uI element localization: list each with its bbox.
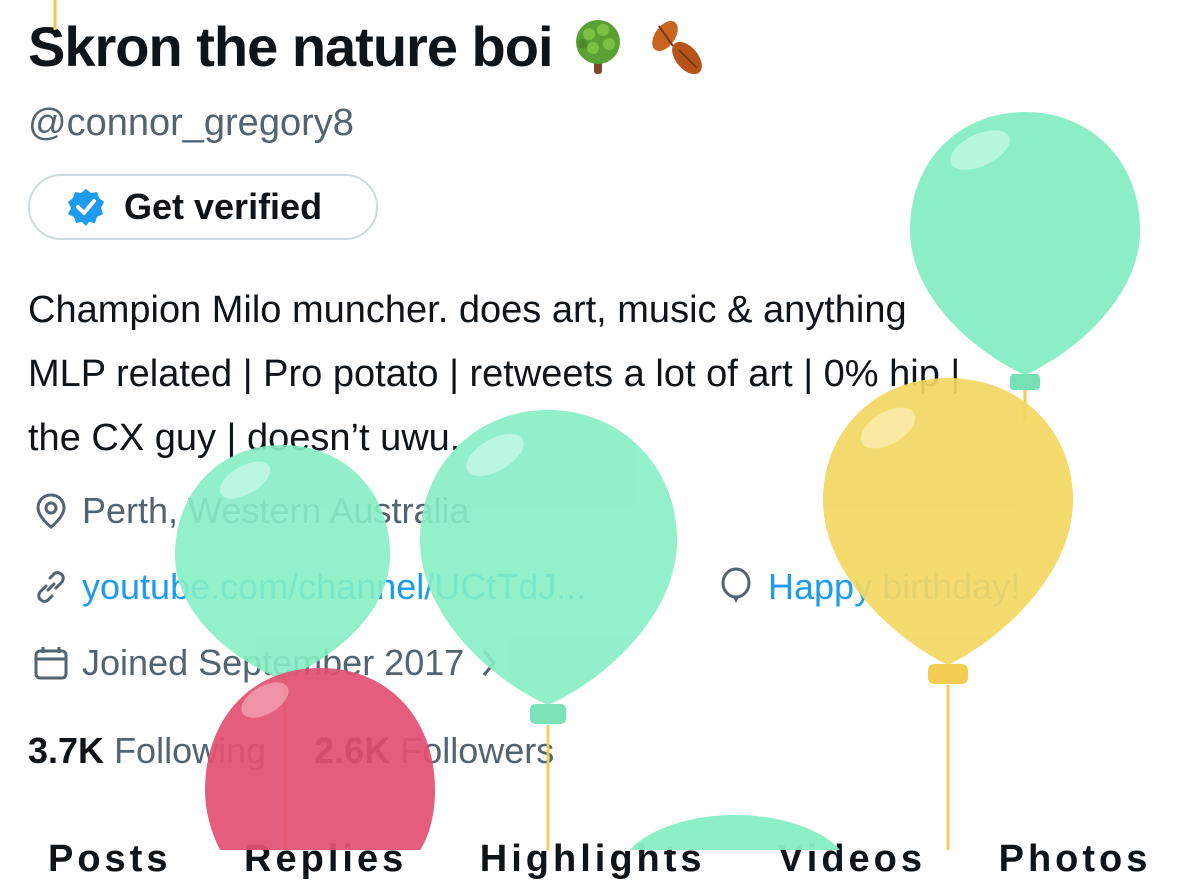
tab-highlights[interactable]: Highlights [480, 838, 706, 880]
location-text: Perth, Western Australia [82, 490, 470, 531]
calendar-icon [34, 647, 68, 680]
balloon-icon [721, 567, 751, 603]
balloon-green-2 [420, 410, 677, 850]
profile-tabs: Posts Replies Highlights Videos Photos [48, 838, 1179, 881]
get-verified-button[interactable]: Get verified [28, 174, 378, 240]
bio: Champion Milo muncher. does art, music &… [28, 278, 1148, 470]
fallen-leaves-icon [643, 16, 705, 78]
bio-line: the CX guy | doesn’t uwu. [28, 417, 461, 459]
website-link[interactable]: youtube.com/channel/UCtTdJ... [82, 566, 586, 608]
verified-badge-icon [68, 189, 104, 226]
website-row[interactable]: youtube.com/channel/UCtTdJ... [32, 566, 586, 608]
followers-link[interactable]: 2.6K Followers [314, 730, 554, 771]
name-row: Skron the nature boi [28, 14, 705, 79]
location-pin-icon [36, 493, 66, 529]
followers-count: 2.6K [314, 730, 391, 771]
tab-replies[interactable]: Replies [244, 838, 407, 880]
bio-line: MLP related | Pro potato | retweets a lo… [28, 353, 961, 395]
following-count: 3.7K [28, 730, 105, 771]
joined-text: Joined September 2017 [82, 642, 465, 683]
display-name: Skron the nature boi [28, 15, 553, 78]
link-icon [37, 571, 65, 603]
follow-counts: 3.7K Following 2.6K Followers [28, 730, 554, 772]
chevron-right-icon[interactable] [474, 645, 504, 681]
joined-row: Joined September 2017 [32, 642, 516, 684]
followers-label: Followers [400, 730, 555, 771]
tab-posts[interactable]: Posts [48, 838, 171, 880]
user-handle: @connor_gregory8 [28, 102, 354, 144]
tab-videos[interactable]: Videos [778, 838, 926, 880]
birthday-text: Happy birthday! [768, 566, 1021, 607]
bio-line: Champion Milo muncher. does art, music &… [28, 289, 907, 331]
birthday-row: Happy birthday! [716, 566, 1020, 608]
tree-emoji-icon [567, 16, 629, 78]
tab-photos[interactable]: Photos [999, 838, 1152, 880]
following-label: Following [114, 730, 267, 771]
get-verified-label: Get verified [124, 186, 323, 227]
following-link[interactable]: 3.7K Following [28, 730, 266, 771]
location-row: Perth, Western Australia [32, 490, 470, 532]
